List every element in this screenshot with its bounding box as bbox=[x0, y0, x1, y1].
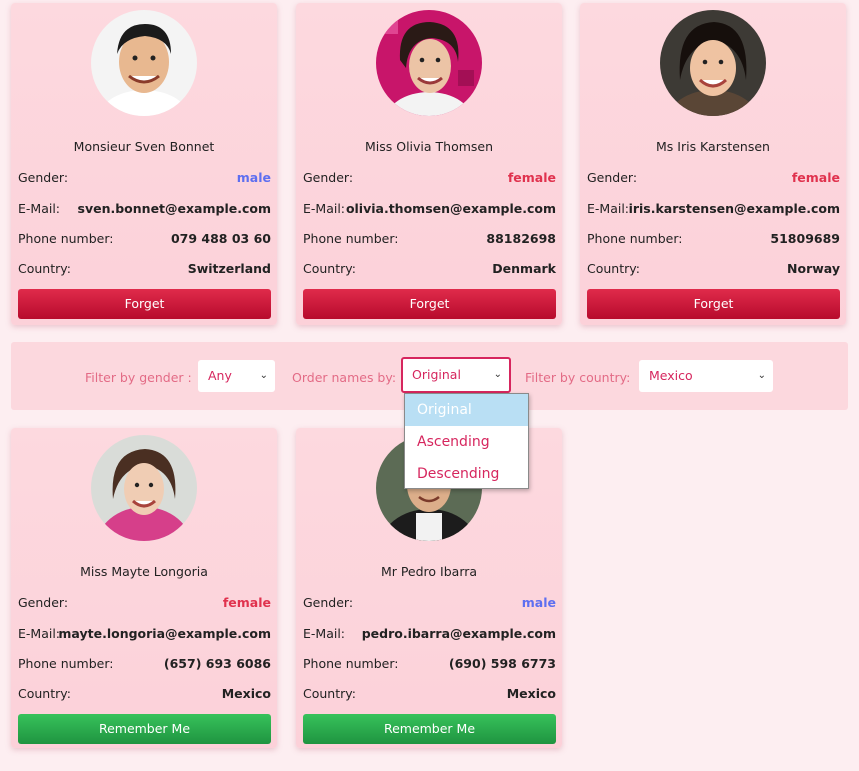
order-option-ascending[interactable]: Ascending bbox=[405, 426, 528, 458]
user-name: Monsieur Sven Bonnet bbox=[73, 139, 215, 154]
remember-me-button[interactable]: Remember Me bbox=[303, 714, 556, 744]
user-card: Miss Olivia Thomsen Gender: female E-Mail… bbox=[296, 3, 562, 325]
avatar bbox=[376, 10, 482, 116]
user-card: Ms Iris Karstensen Gender: female E-Mail:… bbox=[580, 3, 846, 325]
chevron-down-icon: ⌄ bbox=[259, 370, 268, 381]
gender-value: female bbox=[791, 170, 840, 185]
forget-button[interactable]: Forget bbox=[303, 289, 556, 319]
country-label: Country: bbox=[303, 686, 356, 701]
gender-label: Gender: bbox=[587, 170, 638, 185]
email-value: pedro.ibarra@example.com bbox=[361, 626, 556, 641]
country-value: Norway bbox=[787, 261, 840, 276]
gender-label: Gender: bbox=[18, 170, 69, 185]
email-label: E-Mail: bbox=[303, 201, 346, 216]
phone-label: Phone number: bbox=[18, 656, 114, 671]
gender-value: female bbox=[507, 170, 556, 185]
email-value: sven.bonnet@example.com bbox=[77, 201, 271, 216]
gender-value: male bbox=[521, 595, 556, 610]
chevron-down-icon: ⌄ bbox=[757, 370, 766, 381]
phone-label: Phone number: bbox=[303, 231, 399, 246]
country-label: Country: bbox=[18, 686, 71, 701]
remember-me-button[interactable]: Remember Me bbox=[18, 714, 271, 744]
avatar bbox=[91, 10, 197, 116]
phone-value: 51809689 bbox=[770, 231, 840, 246]
order-value: Original bbox=[412, 367, 461, 382]
gender-label: Gender: bbox=[303, 170, 354, 185]
avatar bbox=[91, 435, 197, 541]
email-label: E-Mail: bbox=[587, 201, 630, 216]
email-value: iris.karstensen@example.com bbox=[628, 201, 840, 216]
email-label: E-Mail: bbox=[18, 201, 61, 216]
phone-value: 079 488 03 60 bbox=[170, 231, 271, 246]
gender-value: male bbox=[236, 170, 271, 185]
gender-value: female bbox=[222, 595, 271, 610]
phone-label: Phone number: bbox=[303, 656, 399, 671]
user-name: Ms Iris Karstensen bbox=[656, 139, 770, 154]
phone-label: Phone number: bbox=[18, 231, 114, 246]
country-value: Mexico bbox=[221, 686, 271, 701]
gender-filter-select[interactable]: Any ⌄ bbox=[198, 360, 275, 392]
user-card: Monsieur Sven Bonnet Gender: male E-Mail:… bbox=[11, 3, 277, 325]
gender-filter-label: Filter by gender : bbox=[85, 370, 192, 385]
country-value: Switzerland bbox=[187, 261, 271, 276]
gender-label: Gender: bbox=[18, 595, 69, 610]
order-option-original[interactable]: Original bbox=[405, 394, 528, 426]
order-dropdown-list: Original Ascending Descending bbox=[404, 393, 529, 489]
country-value: Denmark bbox=[492, 261, 556, 276]
country-value: Mexico bbox=[506, 686, 556, 701]
email-label: E-Mail: bbox=[303, 626, 346, 641]
country-filter-select[interactable]: Mexico ⌄ bbox=[639, 360, 773, 392]
email-value: mayte.longoria@example.com bbox=[58, 626, 271, 641]
chevron-down-icon: ⌄ bbox=[493, 369, 502, 380]
country-label: Country: bbox=[587, 261, 640, 276]
email-value: olivia.thomsen@example.com bbox=[345, 201, 556, 216]
user-card: Miss Mayte Longoria Gender: female E-Mail… bbox=[11, 428, 277, 748]
phone-value: 88182698 bbox=[486, 231, 556, 246]
phone-value: (690) 598 6773 bbox=[448, 656, 556, 671]
order-select[interactable]: Original ⌄ bbox=[401, 357, 511, 393]
country-filter-label: Filter by country: bbox=[525, 370, 631, 385]
email-label: E-Mail: bbox=[18, 626, 61, 641]
forget-button[interactable]: Forget bbox=[587, 289, 840, 319]
gender-filter-value: Any bbox=[208, 368, 232, 383]
order-label: Order names by: bbox=[292, 370, 397, 385]
user-name: Mr Pedro Ibarra bbox=[380, 564, 478, 579]
country-label: Country: bbox=[18, 261, 71, 276]
order-option-descending[interactable]: Descending bbox=[405, 458, 528, 490]
user-name: Miss Olivia Thomsen bbox=[364, 139, 494, 154]
forget-button[interactable]: Forget bbox=[18, 289, 271, 319]
phone-value: (657) 693 6086 bbox=[163, 656, 271, 671]
country-filter-value: Mexico bbox=[649, 368, 693, 383]
user-name: Miss Mayte Longoria bbox=[80, 564, 208, 579]
country-label: Country: bbox=[303, 261, 356, 276]
phone-label: Phone number: bbox=[587, 231, 683, 246]
gender-label: Gender: bbox=[303, 595, 354, 610]
avatar bbox=[660, 10, 766, 116]
